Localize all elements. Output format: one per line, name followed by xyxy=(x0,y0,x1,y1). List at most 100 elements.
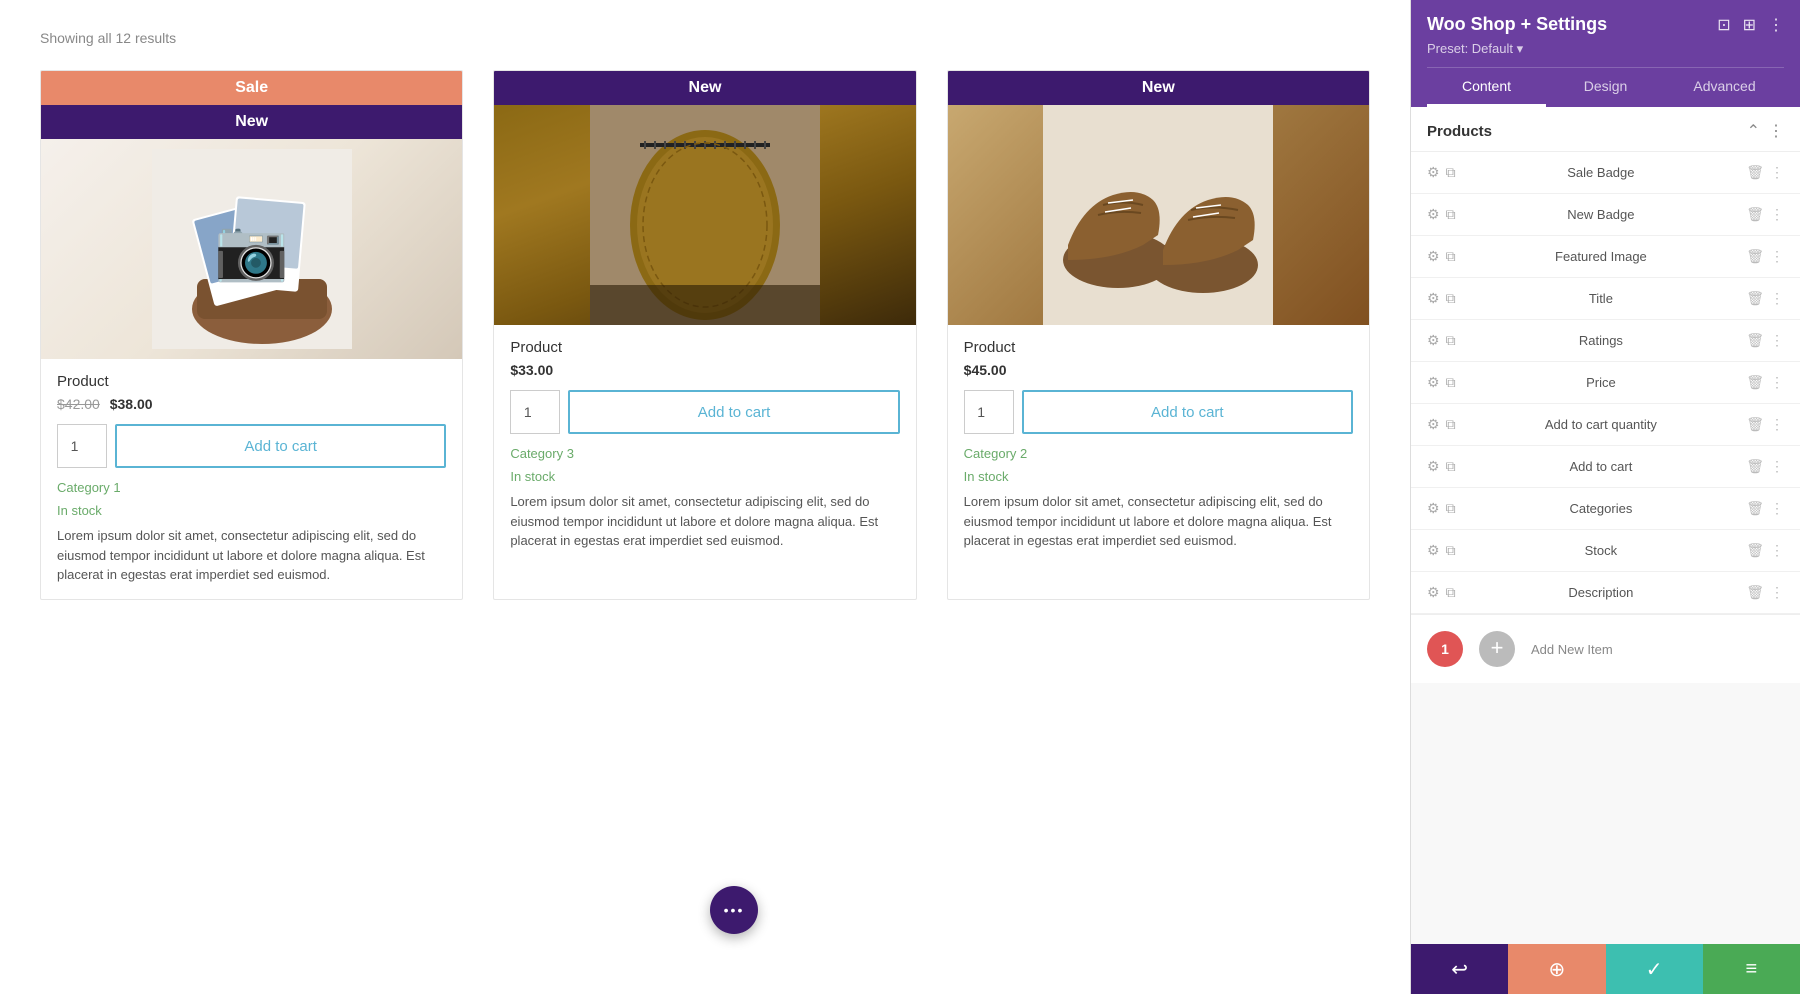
delete-icon-atcq[interactable]: 🗑 xyxy=(1746,416,1764,433)
product-title-2: Product xyxy=(510,339,899,356)
results-count: Showing all 12 results xyxy=(40,30,1370,46)
list-item-title[interactable]: ⚙ ⧉ Title 🗑 ⋮ xyxy=(1411,278,1800,320)
list-item-add-to-cart-quantity[interactable]: ⚙ ⧉ Add to cart quantity 🗑 ⋮ xyxy=(1411,404,1800,446)
more-icon-new-badge[interactable]: ⋮ xyxy=(1770,206,1784,223)
copy-icon-categories[interactable]: ⧉ xyxy=(1446,500,1456,517)
settings-icon-ratings[interactable]: ⚙ xyxy=(1427,332,1440,349)
add-to-cart-btn-1[interactable]: Add to cart xyxy=(115,424,446,468)
list-item-stock[interactable]: ⚙ ⧉ Stock 🗑 ⋮ xyxy=(1411,530,1800,572)
copy-icon-atcq[interactable]: ⧉ xyxy=(1446,416,1456,433)
delete-icon-featured-image[interactable]: 🗑 xyxy=(1746,248,1764,265)
bottom-btn-save[interactable]: ✓ xyxy=(1606,944,1703,994)
copy-icon-featured-image[interactable]: ⧉ xyxy=(1446,248,1456,265)
product-info-2: Product $33.00 Add to cart Category 3 In… xyxy=(494,325,915,565)
more-icon-atc[interactable]: ⋮ xyxy=(1770,458,1784,475)
list-item-sale-badge[interactable]: ⚙ ⧉ Sale Badge 🗑 ⋮ xyxy=(1411,152,1800,194)
category-link-3[interactable]: Category 2 xyxy=(964,446,1353,461)
list-item-description[interactable]: ⚙ ⧉ Description 🗑 ⋮ xyxy=(1411,572,1800,614)
undo-icon: ↩ xyxy=(1451,957,1468,982)
add-to-cart-btn-3[interactable]: Add to cart xyxy=(1022,390,1353,434)
delete-icon-stock[interactable]: 🗑 xyxy=(1746,542,1764,559)
settings-icon-stock[interactable]: ⚙ xyxy=(1427,542,1440,559)
more-icon-description[interactable]: ⋮ xyxy=(1770,584,1784,601)
more-icon-featured-image[interactable]: ⋮ xyxy=(1770,248,1784,265)
more-options-icon[interactable]: ⋮ xyxy=(1768,15,1784,35)
list-item-new-badge[interactable]: ⚙ ⧉ New Badge 🗑 ⋮ xyxy=(1411,194,1800,236)
qty-input-3[interactable] xyxy=(964,390,1014,434)
add-new-item-label[interactable]: Add New Item xyxy=(1531,642,1613,657)
product-card-3: New xyxy=(947,70,1370,600)
delete-icon-atc[interactable]: 🗑 xyxy=(1746,458,1764,475)
settings-icon-description[interactable]: ⚙ xyxy=(1427,584,1440,601)
list-item-categories[interactable]: ⚙ ⧉ Categories 🗑 ⋮ xyxy=(1411,488,1800,530)
delete-icon-categories[interactable]: 🗑 xyxy=(1746,500,1764,517)
panel-icons: ⊡ ⊞ ⋮ xyxy=(1717,15,1784,35)
bottom-btn-undo[interactable]: ↩ xyxy=(1411,944,1508,994)
more-icon-price[interactable]: ⋮ xyxy=(1770,374,1784,391)
product-title-3: Product xyxy=(964,339,1353,356)
settings-icon-categories[interactable]: ⚙ xyxy=(1427,500,1440,517)
more-icon-atcq[interactable]: ⋮ xyxy=(1770,416,1784,433)
copy-icon-new-badge[interactable]: ⧉ xyxy=(1446,206,1456,223)
delete-icon-ratings[interactable]: 🗑 xyxy=(1746,332,1764,349)
collapse-icon[interactable]: ⌃ xyxy=(1747,121,1760,141)
item-actions-ratings: 🗑 ⋮ xyxy=(1746,332,1784,349)
copy-icon-description[interactable]: ⧉ xyxy=(1446,584,1456,601)
copy-icon-ratings[interactable]: ⧉ xyxy=(1446,332,1456,349)
settings-icon-price[interactable]: ⚙ xyxy=(1427,374,1440,391)
add-to-cart-btn-2[interactable]: Add to cart xyxy=(568,390,899,434)
settings-icon-title[interactable]: ⚙ xyxy=(1427,290,1440,307)
category-link-1[interactable]: Category 1 xyxy=(57,480,446,495)
panel-section-title: Products xyxy=(1427,123,1492,140)
panel-title-row: Woo Shop + Settings ⊡ ⊞ ⋮ xyxy=(1427,14,1784,35)
copy-icon-atc[interactable]: ⧉ xyxy=(1446,458,1456,475)
panel-header: Woo Shop + Settings ⊡ ⊞ ⋮ Preset: Defaul… xyxy=(1411,0,1800,107)
floating-action-button[interactable]: ••• xyxy=(710,886,758,934)
responsive-icon[interactable]: ⊡ xyxy=(1717,15,1730,35)
section-more-icon[interactable]: ⋮ xyxy=(1768,121,1784,141)
panel-preset[interactable]: Preset: Default ▾ xyxy=(1427,41,1784,57)
delete-icon-sale-badge[interactable]: 🗑 xyxy=(1746,164,1764,181)
new-price-3: $45.00 xyxy=(964,362,1007,378)
list-item-add-to-cart[interactable]: ⚙ ⧉ Add to cart 🗑 ⋮ xyxy=(1411,446,1800,488)
bottom-btn-add[interactable]: ⊕ xyxy=(1508,944,1605,994)
more-icon-categories[interactable]: ⋮ xyxy=(1770,500,1784,517)
qty-input-1[interactable] xyxy=(57,424,107,468)
tab-advanced[interactable]: Advanced xyxy=(1665,68,1784,107)
item-icons-new-badge: ⚙ ⧉ xyxy=(1427,206,1456,223)
panel-title: Woo Shop + Settings xyxy=(1427,14,1607,35)
copy-icon-sale-badge[interactable]: ⧉ xyxy=(1446,164,1456,181)
copy-icon-title[interactable]: ⧉ xyxy=(1446,290,1456,307)
add-new-item-button[interactable]: + xyxy=(1479,631,1515,667)
settings-icon-featured-image[interactable]: ⚙ xyxy=(1427,248,1440,265)
bottom-btn-menu[interactable]: ≡ xyxy=(1703,944,1800,994)
settings-icon-atcq[interactable]: ⚙ xyxy=(1427,416,1440,433)
qty-input-2[interactable] xyxy=(510,390,560,434)
more-icon-ratings[interactable]: ⋮ xyxy=(1770,332,1784,349)
list-item-featured-image[interactable]: ⚙ ⧉ Featured Image 🗑 ⋮ xyxy=(1411,236,1800,278)
badge-new-3: New xyxy=(948,71,1369,105)
delete-icon-price[interactable]: 🗑 xyxy=(1746,374,1764,391)
item-label-description: Description xyxy=(1464,585,1739,600)
list-item-ratings[interactable]: ⚙ ⧉ Ratings 🗑 ⋮ xyxy=(1411,320,1800,362)
footer-badge[interactable]: 1 xyxy=(1427,631,1463,667)
delete-icon-title[interactable]: 🗑 xyxy=(1746,290,1764,307)
delete-icon-description[interactable]: 🗑 xyxy=(1746,584,1764,601)
right-panel: Woo Shop + Settings ⊡ ⊞ ⋮ Preset: Defaul… xyxy=(1410,0,1800,994)
more-icon-stock[interactable]: ⋮ xyxy=(1770,542,1784,559)
settings-icon-atc[interactable]: ⚙ xyxy=(1427,458,1440,475)
settings-icon-new-badge[interactable]: ⚙ xyxy=(1427,206,1440,223)
more-icon-title[interactable]: ⋮ xyxy=(1770,290,1784,307)
copy-icon-stock[interactable]: ⧉ xyxy=(1446,542,1456,559)
copy-icon-price[interactable]: ⧉ xyxy=(1446,374,1456,391)
category-link-2[interactable]: Category 3 xyxy=(510,446,899,461)
tab-content[interactable]: Content xyxy=(1427,68,1546,107)
tab-design[interactable]: Design xyxy=(1546,68,1665,107)
delete-icon-new-badge[interactable]: 🗑 xyxy=(1746,206,1764,223)
list-item-price[interactable]: ⚙ ⧉ Price 🗑 ⋮ xyxy=(1411,362,1800,404)
more-icon-sale-badge[interactable]: ⋮ xyxy=(1770,164,1784,181)
product-info-3: Product $45.00 Add to cart Category 2 In… xyxy=(948,325,1369,565)
settings-icon-sale-badge[interactable]: ⚙ xyxy=(1427,164,1440,181)
layout-icon[interactable]: ⊞ xyxy=(1743,15,1756,35)
badge-new-2: New xyxy=(494,71,915,105)
